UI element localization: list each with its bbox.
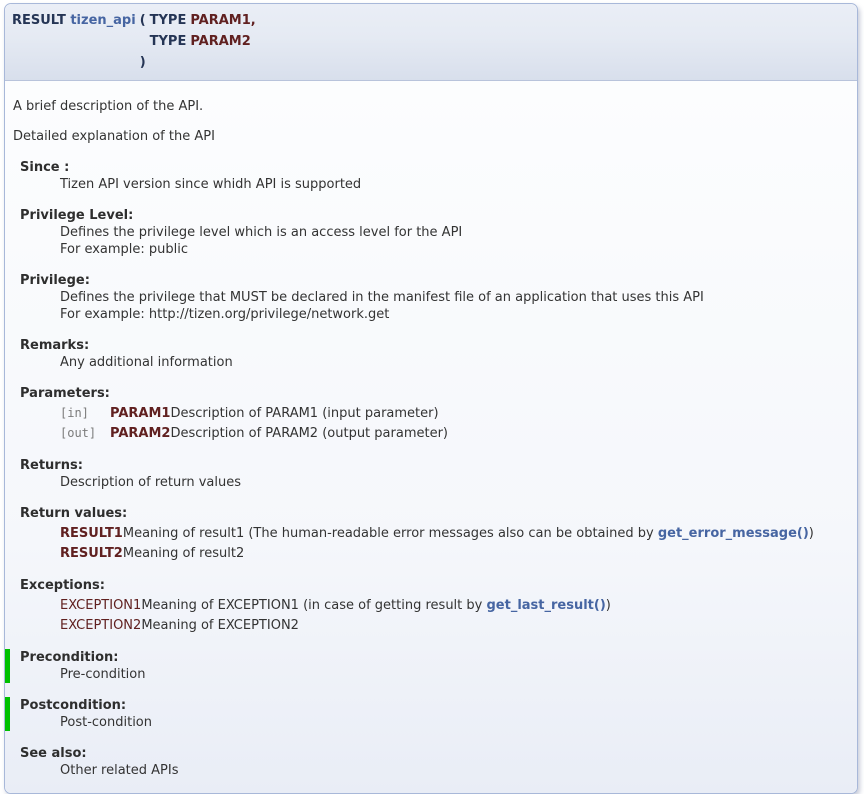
- section-see-also: See also: Other related APIs: [9, 745, 849, 779]
- section-title: Return values:: [20, 505, 849, 522]
- section-postcondition: Postcondition: Post-condition: [5, 697, 849, 731]
- param-type: TYPE: [148, 10, 189, 31]
- function-name-link[interactable]: tizen_api: [70, 13, 135, 28]
- exception-description: Meaning of EXCEPTION1 (in case of gettin…: [141, 595, 611, 615]
- exception-description: Meaning of EXCEPTION2: [141, 615, 611, 635]
- param-name: PARAM2: [110, 423, 170, 443]
- section-text: Defines the privilege that MUST be decla…: [60, 289, 849, 306]
- section-text: For example: http://tizen.org/privilege/…: [60, 306, 849, 323]
- section-title: Remarks:: [20, 337, 849, 354]
- section-title: Exceptions:: [20, 577, 849, 594]
- function-prototype: RESULT tizen_api ( TYPE PARAM1, TYPE PAR…: [5, 4, 857, 81]
- section-text: Defines the privilege level which is an …: [60, 224, 849, 241]
- get-error-message-link[interactable]: get_error_message(): [658, 526, 809, 541]
- exception-name: EXCEPTION1: [60, 595, 141, 615]
- section-text: Any additional information: [60, 354, 849, 371]
- section-title: Precondition:: [20, 649, 849, 666]
- return-values-table: RESULT1 Meaning of result1 (The human-re…: [60, 523, 814, 563]
- param-name: PARAM2: [188, 31, 257, 52]
- section-title: Returns:: [20, 457, 849, 474]
- section-title: Since :: [20, 159, 849, 176]
- section-text: Tizen API version since whidh API is sup…: [60, 176, 849, 193]
- api-doc-card: RESULT tizen_api ( TYPE PARAM1, TYPE PAR…: [4, 3, 858, 794]
- param-description: Description of PARAM1 (input parameter): [170, 403, 448, 423]
- section-since: Since : Tizen API version since whidh AP…: [9, 159, 849, 193]
- section-text: Other related APIs: [60, 762, 849, 779]
- section-title: See also:: [20, 745, 849, 762]
- param-direction: [in]: [60, 403, 110, 423]
- return-value-description: Meaning of result2: [123, 543, 814, 563]
- section-parameters: Parameters: [in] PARAM1 Description of P…: [9, 385, 849, 443]
- return-value-row: RESULT2 Meaning of result2: [60, 543, 814, 563]
- section-exceptions: Exceptions: EXCEPTION1 Meaning of EXCEPT…: [9, 577, 849, 635]
- return-value-name: RESULT2: [60, 543, 123, 563]
- doc-body: A brief description of the API. Detailed…: [5, 81, 857, 793]
- exception-row: EXCEPTION1 Meaning of EXCEPTION1 (in cas…: [60, 595, 611, 615]
- section-remarks: Remarks: Any additional information: [9, 337, 849, 371]
- param-description: Description of PARAM2 (output parameter): [170, 423, 448, 443]
- param-row: [out] PARAM2 Description of PARAM2 (outp…: [60, 423, 448, 443]
- section-title: Privilege Level:: [20, 207, 849, 224]
- param-name: PARAM1,: [188, 10, 257, 31]
- prototype-table: RESULT tizen_api ( TYPE PARAM1, TYPE PAR…: [10, 10, 258, 73]
- param-type: TYPE: [148, 31, 189, 52]
- return-value-row: RESULT1 Meaning of result1 (The human-re…: [60, 523, 814, 543]
- section-precondition: Precondition: Pre-condition: [5, 649, 849, 683]
- section-privilege: Privilege: Defines the privilege that MU…: [9, 272, 849, 323]
- return-type: RESULT: [12, 13, 66, 28]
- parameters-table: [in] PARAM1 Description of PARAM1 (input…: [60, 403, 448, 443]
- section-text: Post-condition: [60, 714, 849, 731]
- return-value-name: RESULT1: [60, 523, 123, 543]
- section-title: Parameters:: [20, 385, 849, 402]
- param-name: PARAM1: [110, 403, 170, 423]
- section-title: Privilege:: [20, 272, 849, 289]
- open-paren: (: [138, 10, 148, 31]
- param-direction: [out]: [60, 423, 110, 443]
- exceptions-table: EXCEPTION1 Meaning of EXCEPTION1 (in cas…: [60, 595, 611, 635]
- section-return-values: Return values: RESULT1 Meaning of result…: [9, 505, 849, 563]
- get-last-result-link[interactable]: get_last_result(): [486, 598, 605, 613]
- section-privilege-level: Privilege Level: Defines the privilege l…: [9, 207, 849, 258]
- exception-row: EXCEPTION2 Meaning of EXCEPTION2: [60, 615, 611, 635]
- section-returns: Returns: Description of return values: [9, 457, 849, 491]
- exception-name: EXCEPTION2: [60, 615, 141, 635]
- section-text: Pre-condition: [60, 666, 849, 683]
- detailed-description: Detailed explanation of the API: [13, 128, 849, 145]
- return-value-description: Meaning of result1 (The human-readable e…: [123, 523, 814, 543]
- close-paren: ): [138, 52, 148, 73]
- brief-description: A brief description of the API.: [13, 98, 849, 115]
- section-text: Description of return values: [60, 474, 849, 491]
- param-row: [in] PARAM1 Description of PARAM1 (input…: [60, 403, 448, 423]
- section-text: For example: public: [60, 241, 849, 258]
- section-title: Postcondition:: [20, 697, 849, 714]
